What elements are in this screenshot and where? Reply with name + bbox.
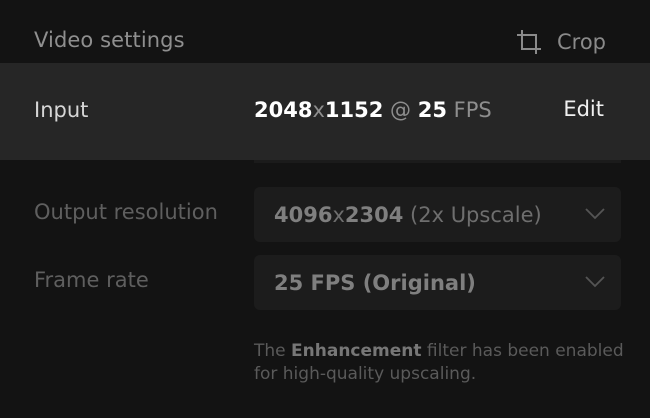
input-fps-value: 25: [417, 98, 447, 122]
divider: [254, 160, 621, 163]
enhancement-note: The Enhancement filter has been enabled …: [254, 340, 634, 386]
chevron-down-icon: [585, 208, 605, 220]
crop-label: Crop: [556, 30, 606, 54]
frame-rate-select[interactable]: 25 FPS (Original): [254, 255, 621, 310]
input-at: @: [390, 98, 412, 122]
output-width: 4096: [274, 203, 333, 227]
input-fps-unit: FPS: [453, 98, 492, 122]
panel-header: Video settings Crop: [0, 0, 650, 63]
video-settings-panel: Video settings Crop Input 2048x1152 @ 25…: [0, 0, 650, 418]
crop-button[interactable]: Crop: [515, 27, 606, 57]
output-height: 2304: [344, 203, 404, 227]
note-filter-name: Enhancement: [291, 341, 422, 361]
output-suffix: (2x Upscale): [410, 203, 542, 227]
input-value: 2048x1152 @ 25 FPS: [254, 98, 492, 122]
note-prefix: The: [254, 341, 286, 361]
output-resolution-value: 4096x2304 (2x Upscale): [274, 203, 542, 227]
output-resolution-label: Output resolution: [34, 200, 218, 224]
input-x: x: [312, 98, 325, 122]
chevron-down-icon: [585, 276, 605, 288]
output-resolution-select[interactable]: 4096x2304 (2x Upscale): [254, 187, 621, 242]
input-height: 1152: [324, 98, 384, 122]
crop-icon: [516, 30, 541, 54]
input-width: 2048: [254, 98, 313, 122]
input-row: Input 2048x1152 @ 25 FPS Edit: [0, 63, 650, 160]
frame-rate-value-text: 25 FPS (Original): [274, 271, 476, 295]
edit-button[interactable]: Edit: [563, 97, 604, 121]
input-label: Input: [34, 98, 89, 122]
frame-rate-value: 25 FPS (Original): [274, 271, 476, 295]
output-x: x: [332, 203, 345, 227]
panel-title: Video settings: [34, 28, 185, 52]
frame-rate-label: Frame rate: [34, 268, 149, 292]
